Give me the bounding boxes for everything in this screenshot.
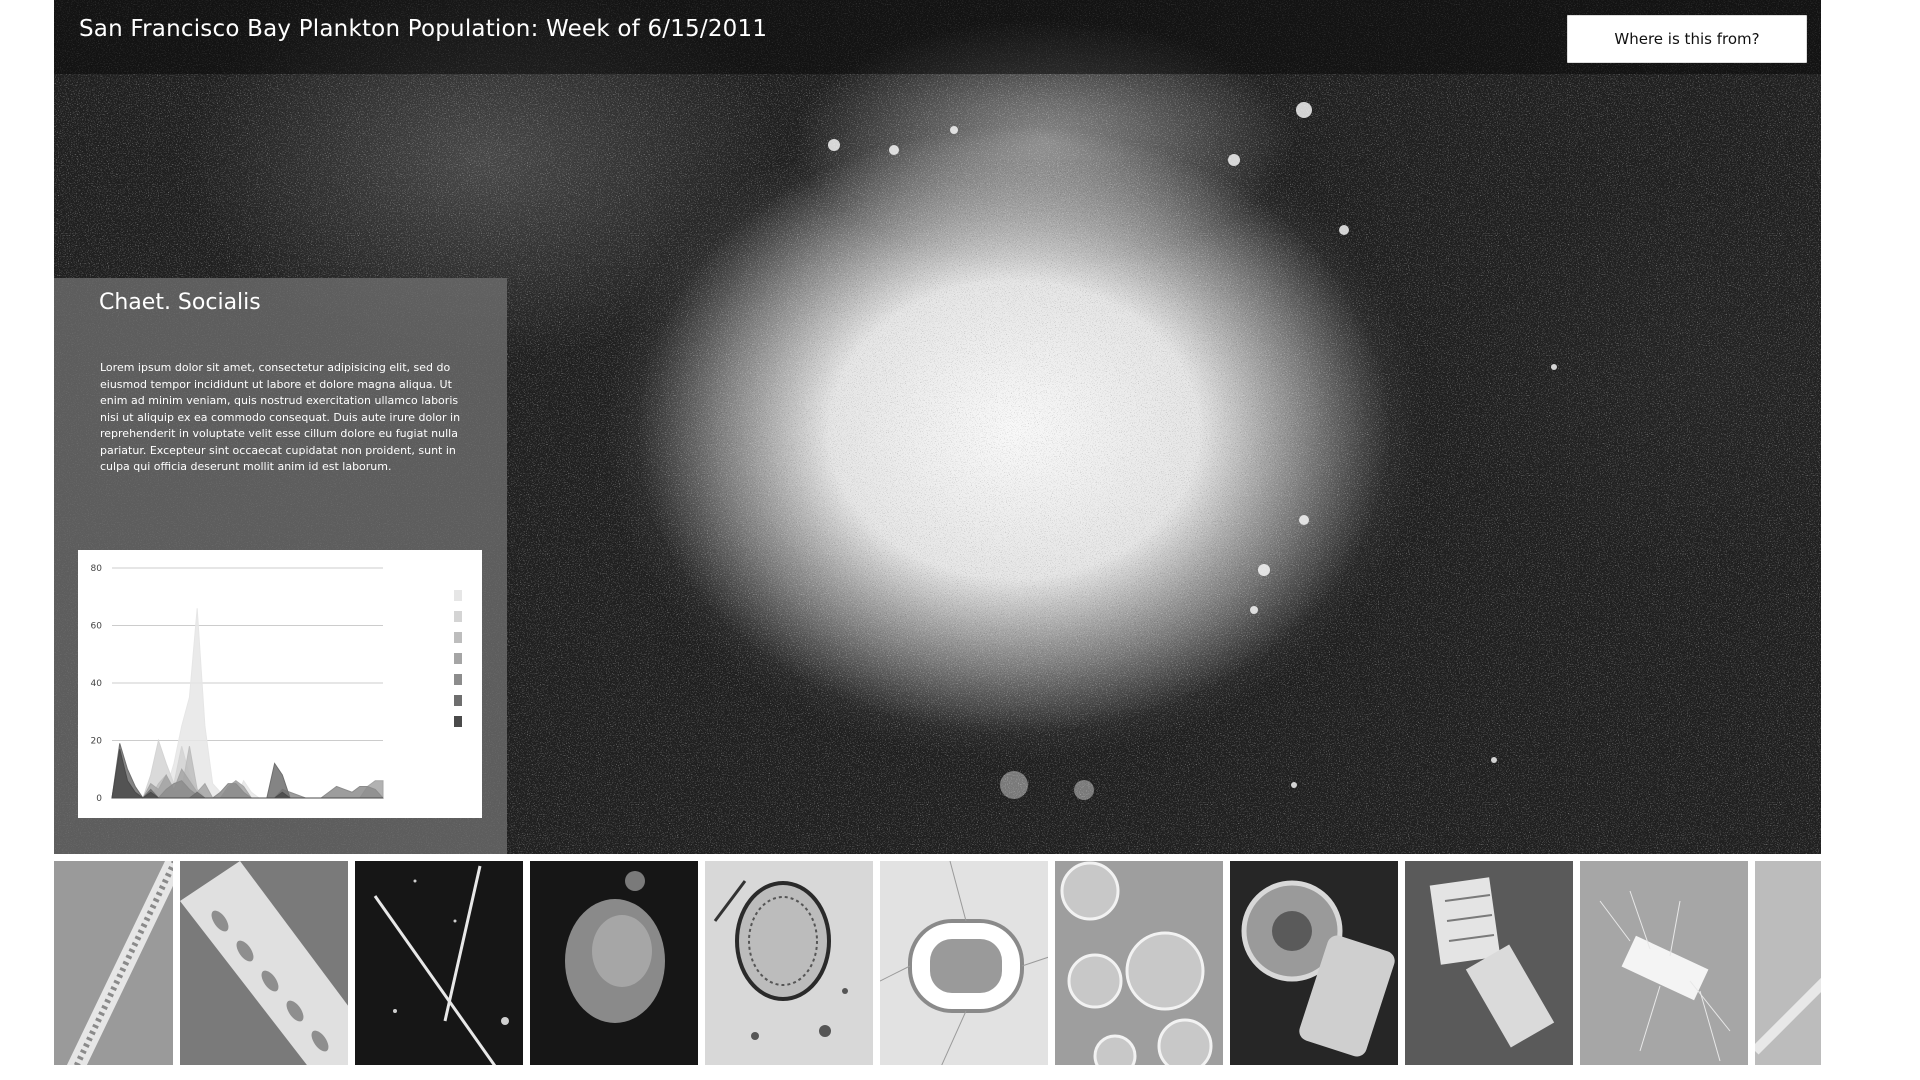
spiny-chain-image <box>1580 861 1748 1065</box>
dark-colony-image <box>530 861 698 1065</box>
species-info-panel: Chaet. Socialis Lorem ipsum dolor sit am… <box>54 278 507 854</box>
thumb-dark-colony[interactable] <box>528 859 700 1067</box>
thumb-chain-diatom-diagonal[interactable] <box>54 859 175 1067</box>
thumb-needle-diatoms[interactable] <box>353 859 525 1067</box>
thumb-round-cells-cluster[interactable] <box>1053 859 1225 1067</box>
glowing-colony-image <box>1405 861 1573 1065</box>
main-stage: San Francisco Bay Plankton Population: W… <box>54 0 1821 854</box>
species-name: Chaet. Socialis <box>99 290 261 315</box>
chart-ytick-label: 60 <box>91 622 103 632</box>
where-is-this-from-button[interactable]: Where is this from? <box>1567 15 1807 63</box>
bright-capsule-image <box>880 861 1048 1065</box>
chart-legend-swatch-2 <box>454 611 462 622</box>
chart-legend-swatch-6 <box>454 695 462 706</box>
round-cells-image <box>1055 861 1223 1065</box>
population-chart-svg: 0 20 40 60 80 <box>91 564 462 804</box>
chart-ytick-label: 0 <box>96 794 102 804</box>
chart-legend-swatch-5 <box>454 674 462 685</box>
thumb-partial-edge[interactable] <box>1753 859 1821 1067</box>
chart-legend-swatch-7 <box>454 716 462 727</box>
chart-legend-swatch-4 <box>454 653 462 664</box>
thumb-bright-capsule[interactable] <box>878 859 1050 1067</box>
header-bar: San Francisco Bay Plankton Population: W… <box>54 0 1821 74</box>
oval-cell-image <box>705 861 873 1065</box>
population-chart: 0 20 40 60 80 <box>78 550 482 818</box>
needle-diatoms-image <box>355 861 523 1065</box>
chart-ytick-label: 20 <box>91 737 103 747</box>
plankton-filmstrip <box>54 856 1821 1070</box>
chart-legend-swatch-1 <box>454 590 462 601</box>
chart-ytick-label: 80 <box>91 564 103 574</box>
thumb-oval-cell[interactable] <box>703 859 875 1067</box>
ribbon-diatom-image <box>180 861 348 1065</box>
thumb-ribbon-diatom[interactable] <box>178 859 350 1067</box>
page-title: San Francisco Bay Plankton Population: W… <box>79 16 768 42</box>
chain-diatom-image <box>54 861 173 1065</box>
disc-and-barrel-image <box>1230 861 1398 1065</box>
thumb-spiny-chain[interactable] <box>1578 859 1750 1067</box>
species-description: Lorem ipsum dolor sit amet, consectetur … <box>100 361 461 473</box>
thumb-disc-and-barrel[interactable] <box>1228 859 1400 1067</box>
chart-ytick-label: 40 <box>91 679 103 689</box>
thumb-glowing-colony[interactable] <box>1403 859 1575 1067</box>
chart-legend-swatch-3 <box>454 632 462 643</box>
partial-edge-image <box>1755 861 1821 1065</box>
